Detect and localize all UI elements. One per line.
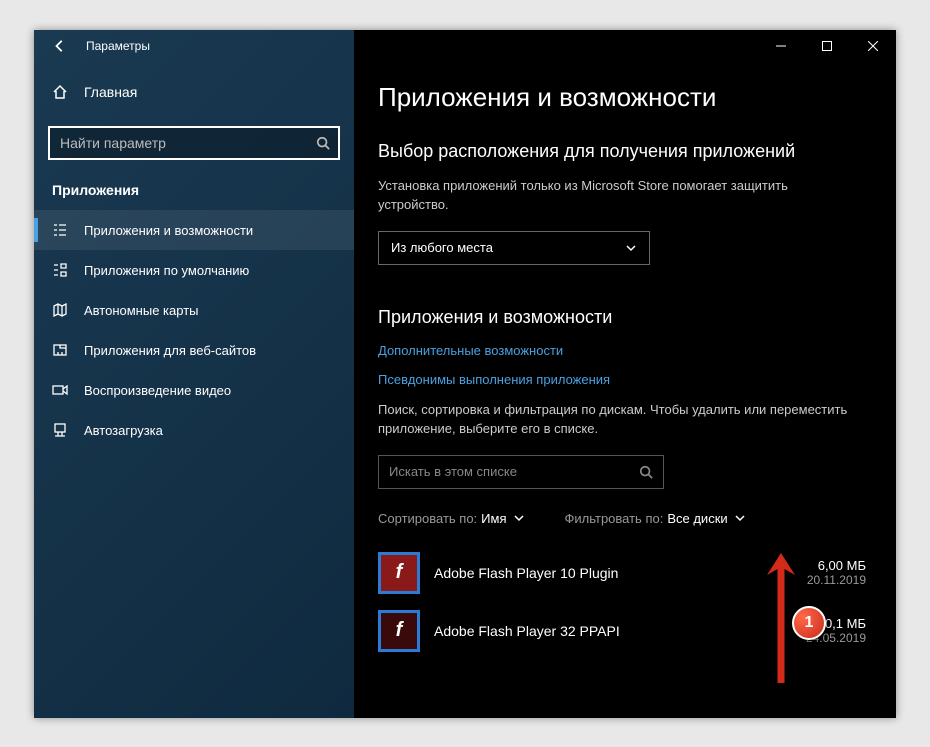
maximize-button[interactable] (804, 30, 850, 62)
app-icon: f (378, 552, 420, 594)
sidebar: Параметры Главная Приложения Приложения … (34, 30, 354, 718)
source-description: Установка приложений только из Microsoft… (378, 177, 896, 215)
dropdown-value: Из любого места (391, 240, 493, 255)
defaults-icon (52, 262, 68, 278)
app-list: f Adobe Flash Player 10 Plugin 6,00 МБ 2… (378, 544, 896, 660)
app-row[interactable]: f Adobe Flash Player 10 Plugin 6,00 МБ 2… (378, 544, 866, 602)
sort-label: Сортировать по: (378, 511, 477, 526)
annotation-badge: 1 (792, 606, 826, 640)
sort-value: Имя (481, 511, 506, 526)
minimize-button[interactable] (758, 30, 804, 62)
video-icon (52, 382, 68, 398)
nav-label: Приложения для веб-сайтов (84, 343, 256, 358)
nav-apps-websites[interactable]: Приложения для веб-сайтов (34, 330, 354, 370)
titlebar: Параметры (34, 30, 354, 62)
filter-value: Все диски (667, 511, 727, 526)
app-name: Adobe Flash Player 10 Plugin (434, 565, 807, 581)
nav-video-playback[interactable]: Воспроизведение видео (34, 370, 354, 410)
search-icon (316, 136, 330, 150)
nav-label: Автозагрузка (84, 423, 163, 438)
list-search[interactable] (378, 455, 664, 489)
filter-label: Фильтровать по: (565, 511, 664, 526)
sidebar-home[interactable]: Главная (34, 74, 354, 110)
sort-filter-row: Сортировать по: Имя Фильтровать по: Все … (378, 511, 896, 526)
app-date: 20.11.2019 (807, 573, 866, 587)
page-title: Приложения и возможности (378, 82, 896, 113)
app-size: 6,00 МБ (807, 558, 866, 573)
source-heading: Выбор расположения для получения приложе… (378, 139, 896, 163)
map-icon (52, 302, 68, 318)
nav-label: Воспроизведение видео (84, 383, 231, 398)
nav-apps-features[interactable]: Приложения и возможности (34, 210, 354, 250)
nav-label: Автономные карты (84, 303, 199, 318)
website-icon (52, 342, 68, 358)
list-search-input[interactable] (389, 464, 639, 479)
list-icon (52, 222, 68, 238)
filter-control[interactable]: Фильтровать по: Все диски (565, 511, 746, 526)
nav-offline-maps[interactable]: Автономные карты (34, 290, 354, 330)
sort-control[interactable]: Сортировать по: Имя (378, 511, 525, 526)
sidebar-home-label: Главная (84, 84, 137, 100)
window-title: Параметры (86, 39, 150, 53)
app-name: Adobe Flash Player 32 PPAPI (434, 623, 806, 639)
app-row[interactable]: f Adobe Flash Player 32 PPAPI 20,1 МБ 24… (378, 602, 866, 660)
search-input[interactable] (48, 126, 340, 160)
nav-startup[interactable]: Автозагрузка (34, 410, 354, 450)
link-execution-aliases[interactable]: Псевдонимы выполнения приложения (378, 372, 896, 387)
nav-label: Приложения по умолчанию (84, 263, 249, 278)
window-controls (758, 30, 896, 62)
nav-default-apps[interactable]: Приложения по умолчанию (34, 250, 354, 290)
back-button[interactable] (38, 30, 82, 62)
app-icon: f (378, 610, 420, 652)
startup-icon (52, 422, 68, 438)
content-pane: Приложения и возможности Выбор расположе… (354, 30, 896, 718)
chevron-down-icon (734, 512, 746, 524)
sidebar-section-title: Приложения (34, 160, 354, 210)
home-icon (52, 84, 68, 100)
filter-description: Поиск, сортировка и фильтрация по дискам… (378, 401, 896, 439)
sidebar-nav: Приложения и возможности Приложения по у… (34, 210, 354, 450)
search-icon (639, 465, 653, 479)
link-optional-features[interactable]: Дополнительные возможности (378, 343, 896, 358)
app-meta: 6,00 МБ 20.11.2019 (807, 558, 866, 587)
sidebar-search[interactable] (48, 126, 340, 160)
source-dropdown[interactable]: Из любого места (378, 231, 650, 265)
apps-heading: Приложения и возможности (378, 305, 896, 329)
chevron-down-icon (625, 242, 637, 254)
settings-window: Параметры Главная Приложения Приложения … (34, 30, 896, 718)
close-button[interactable] (850, 30, 896, 62)
chevron-down-icon (513, 512, 525, 524)
nav-label: Приложения и возможности (84, 223, 253, 238)
